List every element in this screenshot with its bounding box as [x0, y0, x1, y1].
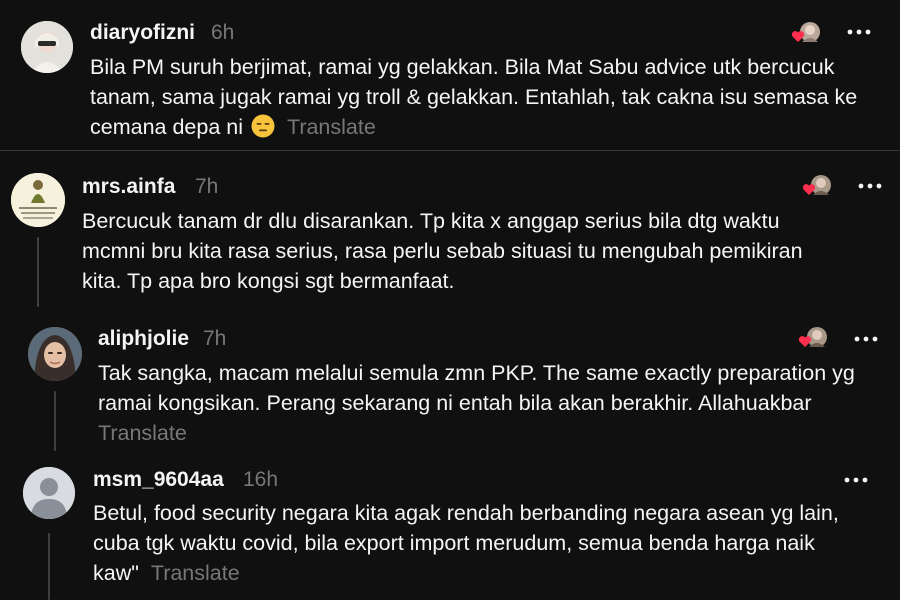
comment-line: kaw" Translate [93, 558, 839, 588]
username[interactable]: diaryofizni [90, 21, 195, 45]
timestamp: 7h [203, 327, 227, 350]
liked-by-author-icon[interactable] [790, 20, 822, 46]
liked-by-author-icon[interactable] [797, 325, 829, 351]
comment-line: cemana depa ni Translate [90, 112, 857, 142]
comment-mrs-ainfa: mrs.ainfa 7h Bercucuk tanam dr dlu disar… [0, 151, 900, 307]
comment-line-text: cemana depa ni [90, 115, 243, 139]
comment-msm-9604aa: msm_9604aa 16h Betul, food security nega… [0, 455, 900, 600]
comment-diaryofizni: diaryofizni 6h Bila PM suruh berjimat, r… [0, 0, 900, 150]
avatar[interactable] [21, 21, 73, 73]
username[interactable]: mrs.ainfa [82, 175, 175, 199]
username[interactable]: aliphjolie [98, 327, 189, 351]
liked-by-author-icon[interactable] [801, 173, 833, 199]
comment-text: Tak sangka, macam melalui semula zmn PKP… [98, 358, 855, 448]
comment-line: Bila PM suruh berjimat, ramai yg gelakka… [90, 55, 835, 79]
expressionless-face-emoji [251, 114, 275, 138]
thread-line [37, 237, 39, 307]
thread-line [48, 533, 50, 600]
more-options-icon[interactable] [856, 179, 886, 191]
timestamp: 6h [211, 21, 235, 44]
comment-line: cuba tgk waktu covid, bila export import… [93, 531, 815, 555]
comment-line: ramai kongsikan. Perang sekarang ni enta… [98, 391, 812, 415]
avatar[interactable] [11, 173, 65, 227]
comment-line: tanam, sama jugak ramai yg troll & gelak… [90, 85, 858, 109]
translate-link[interactable]: Translate [287, 115, 376, 139]
avatar[interactable] [28, 327, 82, 381]
more-options-icon[interactable] [845, 25, 875, 37]
more-options-icon[interactable] [852, 332, 882, 344]
avatar[interactable] [23, 467, 75, 519]
comment-line: Tak sangka, macam melalui semula zmn PKP… [98, 361, 855, 385]
comment-line: Betul, food security negara kita agak re… [93, 501, 839, 525]
comment-line: Bercucuk tanam dr dlu disarankan. Tp kit… [82, 209, 780, 233]
comment-text: Bila PM suruh berjimat, ramai yg gelakka… [90, 52, 857, 142]
comment-line: mcmni bru kita rasa serius, rasa perlu s… [82, 239, 803, 263]
comment-text: Bercucuk tanam dr dlu disarankan. Tp kit… [82, 206, 803, 296]
timestamp: 16h [243, 468, 279, 491]
comment-aliphjolie: aliphjolie 7h Tak sangka, macam melalui … [0, 305, 900, 455]
translate-link[interactable]: Translate [151, 561, 240, 585]
comment-text: Betul, food security negara kita agak re… [93, 498, 839, 588]
timestamp: 7h [195, 175, 219, 198]
comment-line: kita. Tp apa bro kongsi sgt bermanfaat. [82, 269, 455, 293]
comment-line-text: kaw" [93, 561, 139, 585]
username[interactable]: msm_9604aa [93, 468, 224, 492]
thread-line [54, 391, 56, 451]
translate-link[interactable]: Translate [98, 421, 187, 445]
more-options-icon[interactable] [842, 473, 872, 485]
